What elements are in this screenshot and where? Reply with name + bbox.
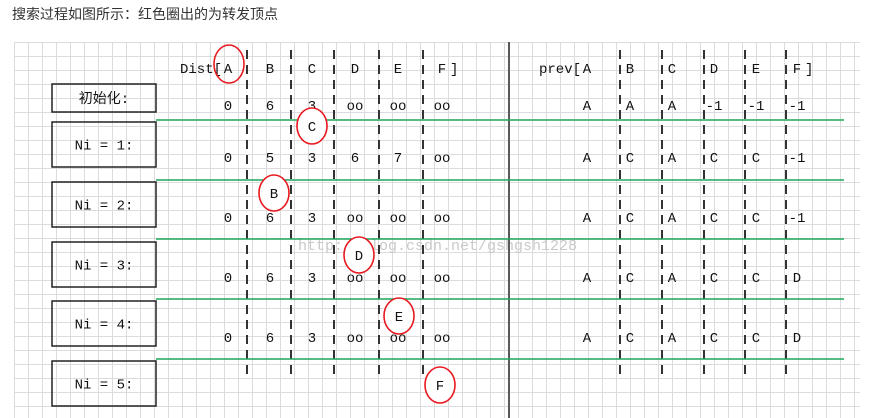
dist-cell-r1-A: 0 xyxy=(224,99,232,115)
prev-cell-r2-E: C xyxy=(752,151,760,167)
dist-cell-r4-E: oo xyxy=(390,271,407,287)
step-label-4: Ni = 3: xyxy=(75,259,134,275)
prev-header-A: A xyxy=(583,62,592,78)
prev-header-D: D xyxy=(710,62,718,78)
prev-cell-r1-D: -1 xyxy=(706,99,723,115)
prev-cell-r4-E: C xyxy=(752,271,760,287)
prev-header-E: E xyxy=(752,62,760,78)
dist-cell-r3-E: oo xyxy=(390,211,407,227)
prev-cell-r3-B: C xyxy=(626,211,634,227)
dist-cell-r1-D: oo xyxy=(347,99,364,115)
prev-header-C: C xyxy=(668,62,676,78)
dist-cell-r1-F: oo xyxy=(434,99,451,115)
dist-cell-r2-D: 6 xyxy=(351,151,359,167)
dist-cell-r4-B: 6 xyxy=(266,271,274,287)
step-label-2: Ni = 1: xyxy=(75,139,134,155)
dist-cell-r4-C: 3 xyxy=(308,271,316,287)
prev-cell-r5-F: D xyxy=(793,331,801,347)
prev-cell-r3-A: A xyxy=(583,211,592,227)
dist-cell-r5-A: 0 xyxy=(224,331,232,347)
prev-cell-r1-A: A xyxy=(583,99,592,115)
forward-vertex-label-3: D xyxy=(355,249,363,265)
dist-cell-r3-C: 3 xyxy=(308,211,316,227)
dist-cell-r2-B: 5 xyxy=(266,151,274,167)
prev-cell-r2-B: C xyxy=(626,151,634,167)
prev-cell-r2-A: A xyxy=(583,151,592,167)
dist-header-C: C xyxy=(308,62,316,78)
prev-cell-r1-E: -1 xyxy=(748,99,765,115)
prev-header-open: prev[ xyxy=(539,62,581,78)
prev-cell-r3-C: A xyxy=(668,211,677,227)
step-label-6: Ni = 5: xyxy=(75,378,134,394)
prev-header-close: ] xyxy=(805,62,813,78)
step-label-5: Ni = 4: xyxy=(75,318,134,334)
dist-cell-r3-A: 0 xyxy=(224,211,232,227)
dist-header-E: E xyxy=(394,62,402,78)
watermark: http://blog.csdn.net/gshgsh1228 xyxy=(298,238,577,255)
dist-cell-r2-F: oo xyxy=(434,151,451,167)
dist-header-close: ] xyxy=(450,62,458,78)
dist-cell-r2-E: 7 xyxy=(394,151,402,167)
dist-cell-r2-A: 0 xyxy=(224,151,232,167)
dist-cell-r4-A: 0 xyxy=(224,271,232,287)
grid-paper: http://blog.csdn.net/gshgsh1228 初始化: Ni =… xyxy=(14,42,860,418)
prev-cell-r2-D: C xyxy=(710,151,718,167)
forward-vertex-label-5: F xyxy=(436,379,444,395)
prev-cell-r5-E: C xyxy=(752,331,760,347)
prev-cell-r2-C: A xyxy=(668,151,677,167)
prev-cell-r2-F: -1 xyxy=(789,151,806,167)
dist-header-A: A xyxy=(224,62,233,78)
prev-cell-r5-C: A xyxy=(668,331,677,347)
forward-vertex-label-1: C xyxy=(308,120,316,136)
prev-header-F: F xyxy=(793,62,801,78)
dist-header-D: D xyxy=(351,62,359,78)
prev-cell-r3-D: C xyxy=(710,211,718,227)
page-heading: 搜索过程如图所示：红色圈出的为转发顶点 xyxy=(12,7,278,23)
prev-cell-r4-C: A xyxy=(668,271,677,287)
prev-cell-r5-A: A xyxy=(583,331,592,347)
step-label-3: Ni = 2: xyxy=(75,199,134,215)
forward-vertex-label-2: B xyxy=(270,187,278,203)
prev-cell-r5-D: C xyxy=(710,331,718,347)
dist-cell-r4-F: oo xyxy=(434,271,451,287)
dist-cell-r5-B: 6 xyxy=(266,331,274,347)
prev-cell-r4-F: D xyxy=(793,271,801,287)
dist-cell-r3-B: 6 xyxy=(266,211,274,227)
dist-cell-r5-F: oo xyxy=(434,331,451,347)
prev-cell-r4-D: C xyxy=(710,271,718,287)
dist-cell-r1-E: oo xyxy=(390,99,407,115)
prev-cell-r5-B: C xyxy=(626,331,634,347)
prev-cell-r3-F: -1 xyxy=(789,211,806,227)
prev-cell-r1-B: A xyxy=(626,99,635,115)
dist-header-open: Dist[ xyxy=(180,62,222,78)
dist-header-F: F xyxy=(438,62,446,78)
prev-cell-r4-A: A xyxy=(583,271,592,287)
dist-cell-r2-C: 3 xyxy=(308,151,316,167)
prev-cell-r1-C: A xyxy=(668,99,677,115)
dist-cell-r3-F: oo xyxy=(434,211,451,227)
dijkstra-diagram: http://blog.csdn.net/gshgsh1228 初始化: Ni =… xyxy=(51,42,844,418)
forward-vertex-label-4: E xyxy=(395,310,403,326)
prev-cell-r3-E: C xyxy=(752,211,760,227)
dist-cell-r5-C: 3 xyxy=(308,331,316,347)
prev-cell-r1-F: -1 xyxy=(789,99,806,115)
prev-cell-r4-B: C xyxy=(626,271,634,287)
dist-cell-r1-B: 6 xyxy=(266,99,274,115)
dist-cell-r3-D: oo xyxy=(347,211,364,227)
dist-cell-r5-D: oo xyxy=(347,331,364,347)
prev-header-B: B xyxy=(626,62,634,78)
dist-header-B: B xyxy=(266,62,274,78)
step-label-1: 初始化: xyxy=(79,90,129,108)
